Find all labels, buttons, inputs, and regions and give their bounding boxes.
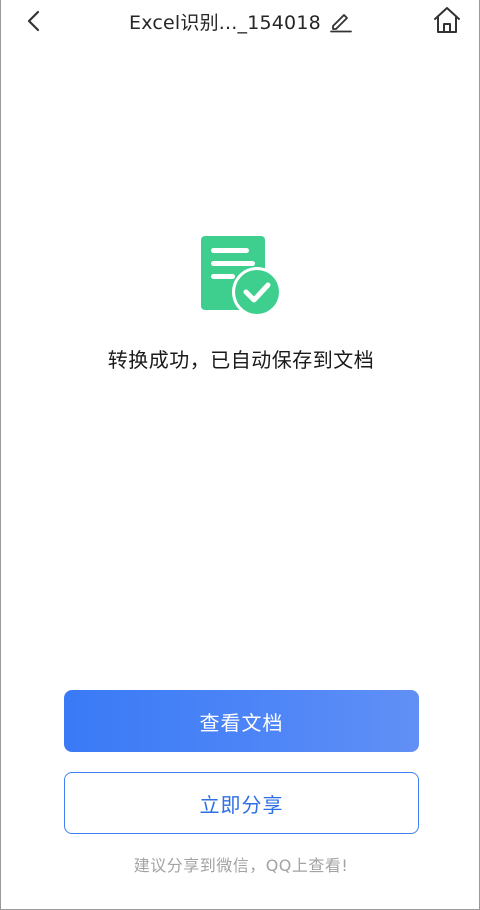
home-button[interactable] bbox=[431, 4, 463, 36]
app-screen: Excel识别..._154018 转换成功，已自动保存到文档 查看文档 立即分… bbox=[0, 0, 480, 910]
document-title-area: Excel识别..._154018 bbox=[111, 6, 371, 36]
share-now-button[interactable]: 立即分享 bbox=[64, 772, 419, 834]
top-bar: Excel识别..._154018 bbox=[1, 0, 480, 42]
success-message: 转换成功，已自动保存到文档 bbox=[107, 348, 375, 372]
rename-button[interactable] bbox=[329, 9, 353, 33]
pencil-icon bbox=[330, 14, 352, 33]
document-title: Excel识别..._154018 bbox=[129, 11, 321, 34]
share-hint: 建议分享到微信，QQ上查看! bbox=[133, 856, 349, 875]
document-check-icon bbox=[199, 234, 285, 320]
back-button[interactable] bbox=[19, 6, 49, 36]
home-icon bbox=[434, 7, 460, 33]
chevron-left-icon bbox=[27, 10, 40, 32]
view-document-button[interactable]: 查看文档 bbox=[64, 690, 419, 752]
